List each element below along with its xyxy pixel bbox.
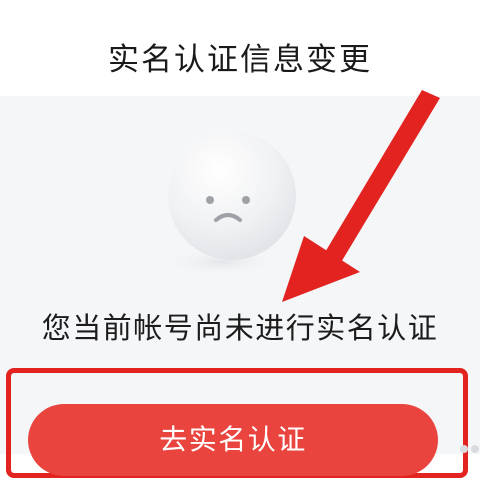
status-message: 您当前帐号尚未进行实名认证 xyxy=(41,311,439,345)
more-dots-icon xyxy=(460,445,479,453)
sad-face-icon xyxy=(160,128,310,278)
verify-identity-button[interactable]: 去实名认证 xyxy=(28,404,438,476)
page-title: 实名认证信息变更 xyxy=(108,42,372,78)
header: 实名认证信息变更 xyxy=(0,0,480,96)
